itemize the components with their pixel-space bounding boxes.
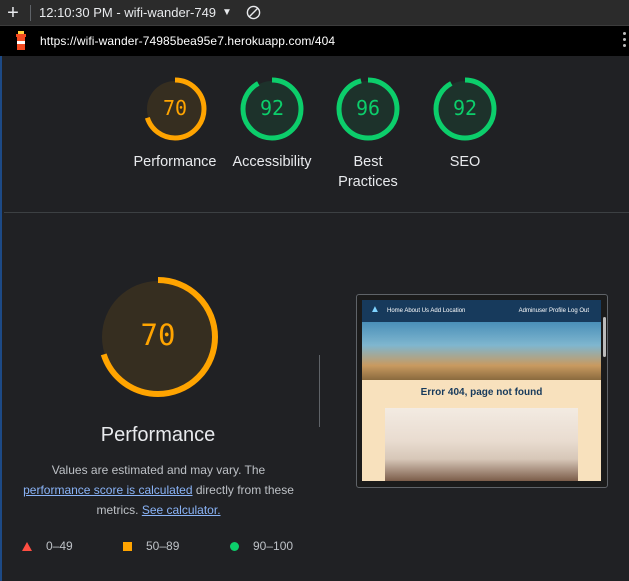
square-icon — [123, 541, 132, 551]
lighthouse-icon — [16, 31, 26, 50]
gauge-label: SEO — [449, 154, 481, 170]
gauge-label: Accessibility — [232, 154, 312, 170]
gauge-accessibility[interactable]: 92 Accessibility — [225, 76, 319, 172]
screenshot-nav-links: Home About Us Add Location — [387, 308, 466, 314]
legend-pass-label: 90–100 — [253, 539, 294, 553]
screenshot-content: ▲ Home About Us Add Location Adminuser P… — [362, 300, 601, 481]
screenshot-navbar: ▲ Home About Us Add Location Adminuser P… — [362, 300, 601, 322]
triangle-icon — [22, 541, 32, 551]
performance-score: 70 — [140, 318, 176, 352]
section-divider — [4, 212, 629, 213]
desc-text-1: Values are estimated and may vary. The — [51, 463, 266, 477]
legend-average: 50–89 — [123, 539, 179, 553]
gauge-label: Best Practices — [338, 154, 398, 190]
gauge-score: 96 — [355, 96, 381, 120]
performance-title: Performance — [100, 424, 216, 446]
screenshot-nav-right: Adminuser Profile Log Out — [518, 308, 589, 314]
screenshot-photo — [385, 408, 578, 481]
screenshot-hero-image — [362, 322, 601, 380]
page-screenshot[interactable]: ▲ Home About Us Add Location Adminuser P… — [356, 294, 608, 488]
screenshot-scrollbar — [603, 317, 606, 357]
circle-icon — [230, 541, 239, 551]
more-options-icon[interactable] — [623, 32, 627, 50]
clear-icon[interactable] — [246, 5, 261, 20]
performance-description: Values are estimated and may vary. The p… — [16, 460, 301, 520]
bird-logo-icon: ▲ — [370, 304, 380, 315]
new-tab-button[interactable]: + — [0, 3, 26, 23]
gauge-score: 70 — [162, 96, 188, 120]
gauge-score: 92 — [259, 96, 285, 120]
gauge-performance[interactable]: 70 Performance — [128, 76, 222, 172]
legend-average-label: 50–89 — [146, 539, 180, 553]
url-bar: https://wifi-wander-74985bea95e7.herokua… — [0, 26, 629, 56]
performance-score-link[interactable]: performance score is calculated — [23, 483, 192, 497]
gauge-label: Performance — [133, 154, 217, 170]
gauge-score: 92 — [452, 96, 478, 120]
legend-fail: 0–49 — [22, 539, 73, 553]
vertical-divider — [319, 355, 320, 427]
see-calculator-link[interactable]: See calculator. — [142, 503, 221, 517]
legend-pass: 90–100 — [230, 539, 293, 553]
tab-separator — [30, 4, 31, 21]
gauge-best-practices[interactable]: 96 Best Practices — [321, 76, 415, 192]
gauge-seo[interactable]: 92 SEO — [418, 76, 512, 172]
report-title-dropdown[interactable]: 12:10:30 PM - wifi-wander-749 — [39, 5, 216, 20]
score-gauges: 70 Performance 92 Accessibility 96 Best … — [0, 76, 629, 196]
legend-fail-label: 0–49 — [46, 539, 73, 553]
screenshot-error-text: Error 404, page not found — [420, 387, 543, 398]
chevron-down-icon[interactable]: ▼ — [222, 7, 232, 18]
page-url[interactable]: https://wifi-wander-74985bea95e7.herokua… — [40, 34, 335, 48]
tab-bar: + 12:10:30 PM - wifi-wander-749 ▼ — [0, 0, 629, 26]
